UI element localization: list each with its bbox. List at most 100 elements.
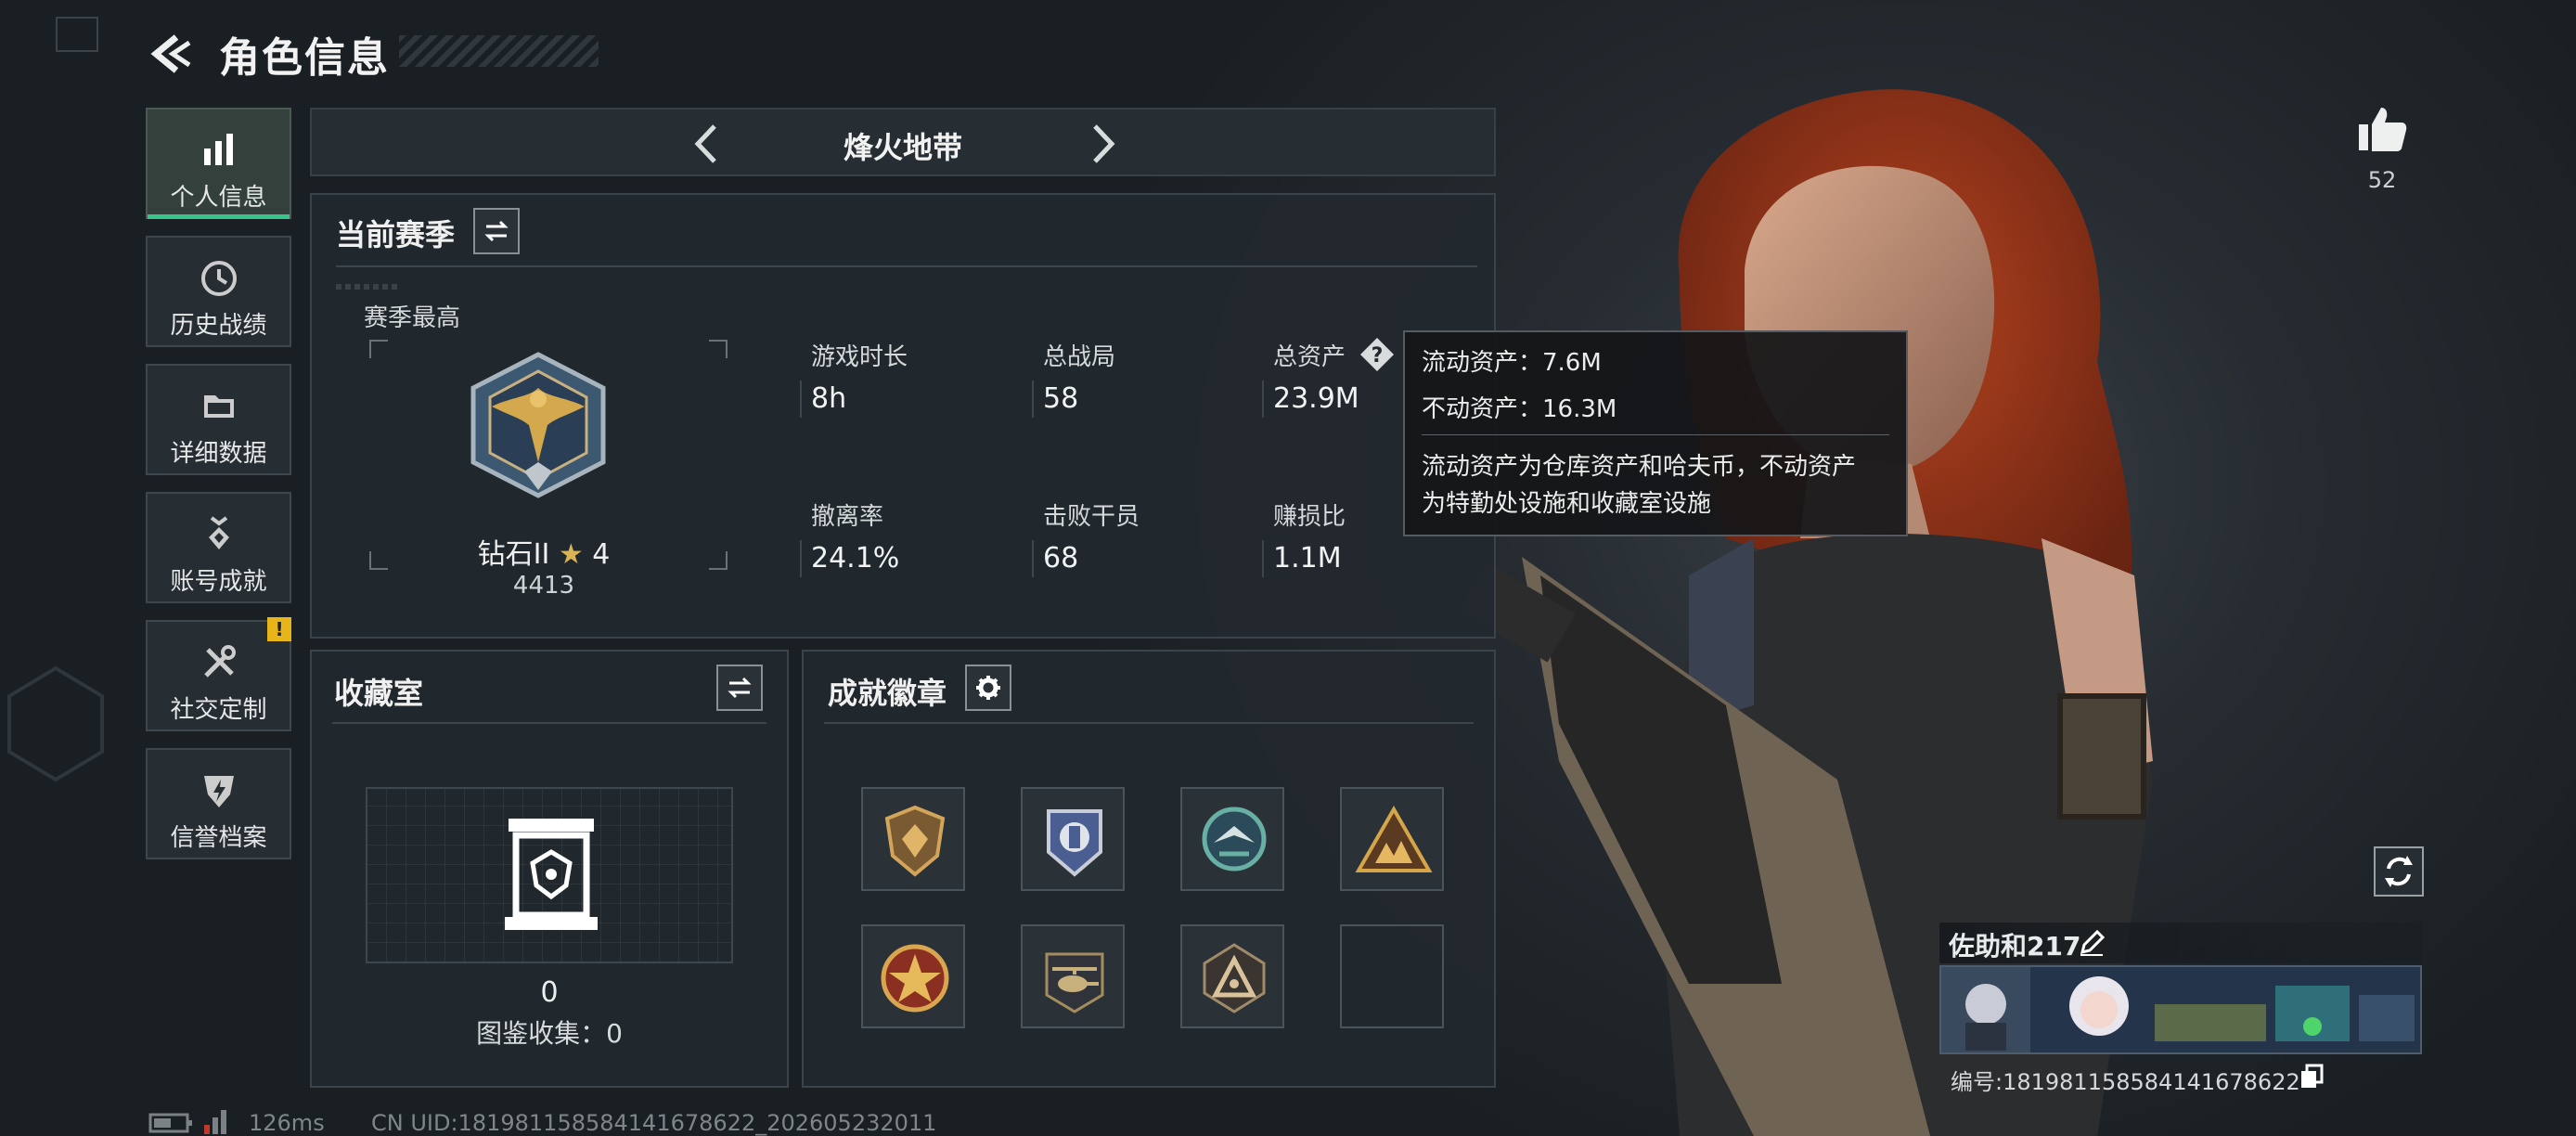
rotate-view-button[interactable] [2374,846,2424,897]
season-best-label: 赛季最高 [364,304,461,332]
achievement-badge[interactable] [1340,787,1444,891]
stat-value-matches: 58 [1043,382,1079,415]
catalog-count: 图鉴收集：0 [476,1018,623,1049]
divider [336,265,1477,267]
player-name-bar: 佐助和217 [1939,923,2422,963]
achievements-panel: 成就徽章 [802,650,1496,1088]
copy-icon[interactable] [2299,1064,2324,1090]
helicopter-icon [1045,952,1104,1013]
blue-emblem-icon [1047,809,1102,877]
svg-text:?: ? [1372,344,1384,368]
ping-value: 126ms [249,1110,325,1136]
stat-label-matches: 总战局 [1043,343,1116,371]
refresh-icon [2385,856,2413,887]
swap-icon [728,677,752,699]
frame-corner [56,17,98,52]
display-case-icon [505,819,598,930]
nav-detailed-data[interactable]: 详细数据 [146,364,291,475]
rank-display: 钻石II ★ 4 [395,531,692,572]
stat-label-assets: 总资产 [1273,343,1346,371]
tooltip-liquid: 流动资产：7.6M [1422,349,1602,377]
empty-badge-slot[interactable] [1340,924,1444,1028]
back-arrow-icon[interactable] [148,33,195,74]
achievement-badge[interactable] [1180,924,1284,1028]
tooltip-desc-line1: 流动资产为仓库资产和哈夫币，不动资产 [1422,453,1857,481]
swap-season-button[interactable] [473,208,520,254]
collection-title: 收藏室 [334,676,424,711]
triangle-team-icon [1355,805,1433,872]
battery-icon [148,1113,192,1133]
frame-bracket [709,340,728,358]
achievement-badge[interactable] [1021,924,1125,1028]
thumbs-up-icon[interactable] [2355,102,2409,156]
title-decoration [399,35,599,67]
achievement-badge[interactable] [861,924,965,1028]
tooltip-desc-line2: 为特勤处设施和收藏室设施 [1422,490,1712,518]
help-icon[interactable]: ? [1359,336,1396,373]
season-panel: 当前赛季 赛季最高 钻石II ★ 4 4413 游戏时长 8h 总战局 58 总… [310,193,1496,639]
player-id: 编号:181981158584141678622 [1951,1069,2300,1095]
divider [1262,540,1264,577]
divider [824,722,1474,724]
nav-label: 账号成就 [170,568,267,596]
nav-label: 历史战绩 [170,312,267,340]
triangle-mark-icon [1203,943,1266,1013]
rank-name: 钻石II [477,538,550,571]
tooltip-divider [1422,434,1889,435]
swap-icon [484,220,509,242]
player-card-banner[interactable] [1939,965,2422,1054]
chevron-right-icon[interactable] [1078,121,1125,167]
collection-preview[interactable] [366,787,733,963]
nav-credit-record[interactable]: 信誉档案 [146,748,291,859]
collection-count: 0 [540,976,559,1009]
frame-bracket [369,340,388,358]
green-wing-icon [1202,807,1267,871]
nav-achievements[interactable]: 账号成就 [146,492,291,603]
tooltip-fixed: 不动资产：16.3M [1422,395,1617,423]
bar-chart-icon [203,134,233,165]
divider [332,722,766,724]
divider-dots [336,284,401,290]
alert-badge: ! [267,617,291,641]
divider [1032,381,1034,418]
stat-label-profit-ratio: 赚损比 [1273,503,1346,531]
stat-label-extract-rate: 撤离率 [811,503,884,531]
mode-selector: 烽火地带 [310,108,1496,176]
achievement-badge[interactable] [1180,787,1284,891]
page-title: 角色信息 [219,34,390,82]
achievement-settings-button[interactable] [965,665,1011,711]
nav-personal-info[interactable]: 个人信息 [146,108,291,219]
stat-value-profit-ratio: 1.1M [1273,542,1342,574]
achievement-badge[interactable] [1021,787,1125,891]
frame-bracket [369,551,388,570]
card-artwork [1941,967,2420,1052]
swap-collection-button[interactable] [716,665,763,711]
red-star-icon [881,944,949,1013]
medal-icon [208,516,229,549]
nav-match-history[interactable]: 历史战绩 [146,236,291,347]
mode-name: 烽火地带 [843,130,962,165]
achievements-title: 成就徽章 [828,676,947,711]
diamond-rank-emblem-icon [470,352,606,498]
frame-bracket [709,551,728,570]
game-screen: 角色信息 个人信息 历史战绩 详细数据 账号成就 社交定制 ! 信誉档案 烽火地… [0,0,2576,1136]
nav-label: 信誉档案 [170,824,267,852]
asset-tooltip: 流动资产：7.6M 不动资产：16.3M 流动资产为仓库资产和哈夫币，不动资产 … [1403,330,1908,536]
clock-icon [200,261,237,296]
stat-value-playtime: 8h [811,382,847,415]
nav-label: 个人信息 [170,184,267,212]
divider [1262,381,1264,418]
rank-score: 4413 [512,572,575,600]
nav-label: 社交定制 [170,696,267,724]
gear-icon [976,676,1000,700]
player-name: 佐助和217 [1949,931,2081,962]
hex-decoration [7,665,104,782]
uid-text: CN UID:181981158584141678622_20260523201… [371,1110,937,1136]
star-icon: ★ [558,538,584,571]
stat-value-kills: 68 [1043,542,1079,574]
stat-value-extract-rate: 24.1% [811,542,900,574]
stat-label-playtime: 游戏时长 [811,343,908,371]
divider [800,540,802,577]
achievement-badge[interactable] [861,787,965,891]
edit-icon[interactable] [2079,930,2105,956]
